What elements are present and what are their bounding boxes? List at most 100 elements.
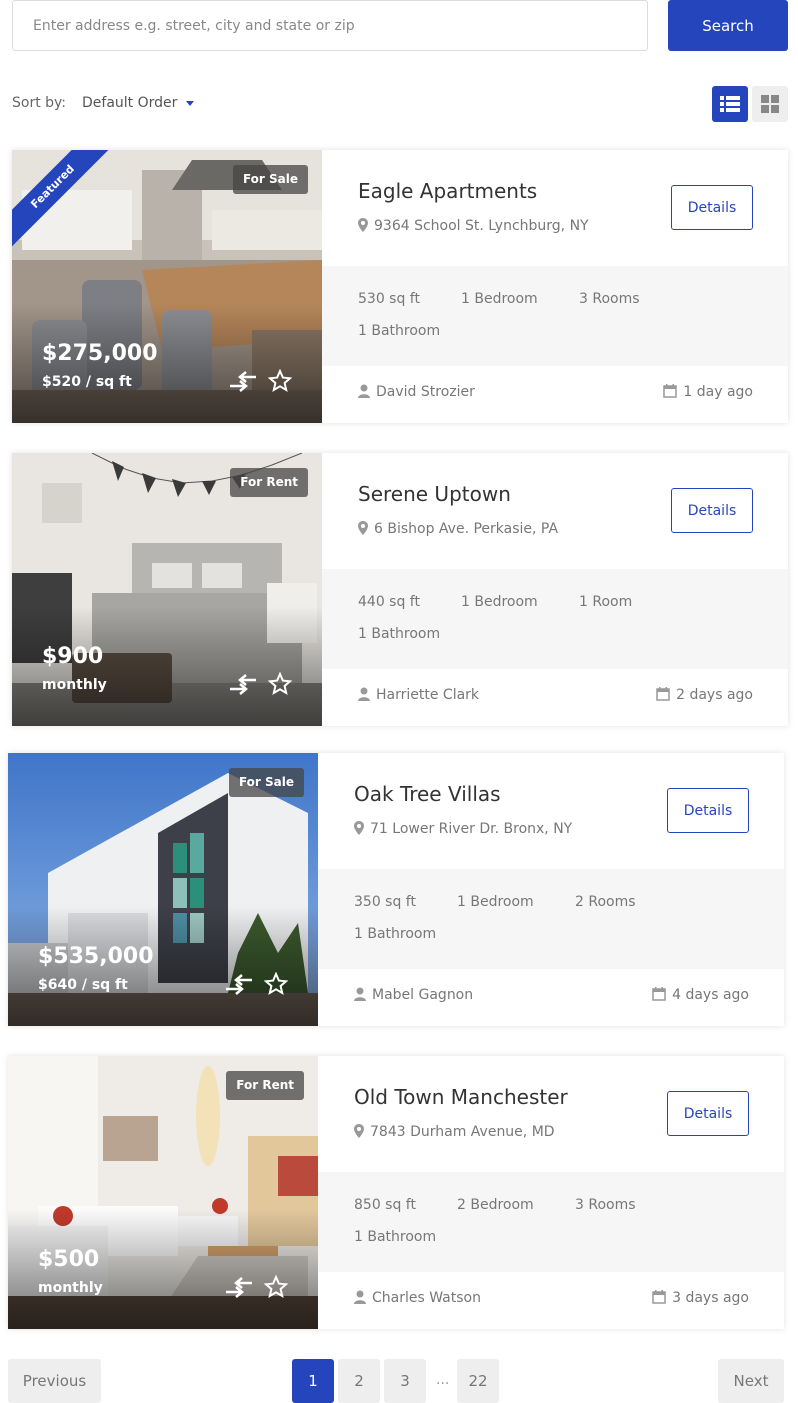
compare-icon[interactable] [224,974,254,996]
bathroom-feature: 1 Bathroom [354,926,437,942]
rooms-feature: 3 Rooms [575,1197,636,1213]
posted-date: 3 days ago [652,1290,749,1306]
listing-card: For Rent $900 monthly Serene Uptown 6 Bi… [12,453,788,726]
rooms-feature: 3 Rooms [579,291,640,307]
agent-name: Charles Watson [372,1290,481,1306]
listing-photo[interactable]: For Sale $535,000 $640 / sq ft [8,753,318,1026]
address-text: 6 Bishop Ave. Perkasie, PA [374,521,559,537]
listing-title[interactable]: Oak Tree Villas [354,782,501,806]
calendar-icon [656,687,670,701]
area-feature: 850 sq ft [354,1197,416,1213]
star-icon[interactable] [268,369,292,393]
listing-photo[interactable]: For Rent $500 monthly [8,1056,318,1329]
features-panel: 850 sq ft 2 Bedroom 3 Rooms 1 Bathroom [318,1172,784,1272]
bedroom-feature: 1 Bedroom [461,291,538,307]
listing-card: For Rent $500 monthly Old Town Mancheste… [8,1056,784,1329]
details-button[interactable]: Details [667,788,749,833]
features-panel: 350 sq ft 1 Bedroom 2 Rooms 1 Bathroom [318,869,784,969]
sort-dropdown[interactable]: Default Order [82,95,177,111]
posted-text: 2 days ago [676,687,753,703]
price: $535,000 [38,944,154,969]
address-text: 9364 School St. Lynchburg, NY [374,218,589,234]
star-icon[interactable] [264,972,288,996]
posted-date: 4 days ago [652,987,749,1003]
address-text: 7843 Durham Avenue, MD [370,1124,555,1140]
rooms-feature: 2 Rooms [575,894,636,910]
posted-text: 4 days ago [672,987,749,1003]
grid-view-button[interactable] [752,86,788,122]
listing-title[interactable]: Old Town Manchester [354,1085,568,1109]
compare-icon[interactable] [228,674,258,696]
user-icon [358,687,370,701]
posted-text: 1 day ago [683,384,753,400]
status-badge: For Sale [228,768,304,797]
listing-title[interactable]: Serene Uptown [358,482,511,506]
star-icon[interactable] [268,672,292,696]
listing-photo[interactable]: Featured For Sale $275,000 $520 / sq ft [12,150,322,423]
map-pin-icon [358,218,368,232]
user-icon [358,384,370,398]
price: $275,000 [42,341,158,366]
list-icon [720,96,740,112]
search-input[interactable] [12,0,648,51]
star-icon[interactable] [264,1275,288,1299]
listing-photo[interactable]: For Rent $900 monthly [12,453,322,726]
bathroom-feature: 1 Bathroom [354,1229,437,1245]
details-button[interactable]: Details [671,488,753,533]
listing-address: 71 Lower River Dr. Bronx, NY [354,821,572,837]
agent-link[interactable]: Charles Watson [354,1290,481,1306]
listing-details: Serene Uptown 6 Bishop Ave. Perkasie, PA… [322,453,788,726]
list-view-button[interactable] [712,86,748,122]
map-pin-icon [354,821,364,835]
details-button[interactable]: Details [667,1091,749,1136]
page-2-button[interactable]: 2 [338,1359,380,1403]
user-icon [354,987,366,1001]
posted-date: 1 day ago [663,384,753,400]
user-icon [354,1290,366,1304]
price-per-unit: monthly [38,1280,103,1296]
area-feature: 440 sq ft [358,594,420,610]
address-text: 71 Lower River Dr. Bronx, NY [370,821,573,837]
listing-details: Oak Tree Villas 71 Lower River Dr. Bronx… [318,753,784,1026]
grid-icon [761,95,779,113]
calendar-icon [652,987,666,1001]
chevron-down-icon[interactable] [186,101,194,106]
featured-ribbon: Featured [12,150,112,250]
listing-title[interactable]: Eagle Apartments [358,179,537,203]
bathroom-feature: 1 Bathroom [358,626,441,642]
agent-link[interactable]: Harriette Clark [358,687,479,703]
page-3-button[interactable]: 3 [384,1359,426,1403]
details-button[interactable]: Details [671,185,753,230]
listing-card: For Sale $535,000 $640 / sq ft Oak Tree … [8,753,784,1026]
price-per-unit: monthly [42,677,107,693]
price: $900 [42,644,104,669]
search-button[interactable]: Search [668,0,788,51]
agent-link[interactable]: David Strozier [358,384,475,400]
page-1-button[interactable]: 1 [292,1359,334,1403]
bedroom-feature: 1 Bedroom [457,894,534,910]
price-per-unit: $520 / sq ft [42,374,132,390]
sort-label: Sort by: [12,95,67,111]
compare-icon[interactable] [224,1277,254,1299]
area-feature: 350 sq ft [354,894,416,910]
price: $500 [38,1247,100,1272]
bathroom-feature: 1 Bathroom [358,323,441,339]
compare-icon[interactable] [228,371,258,393]
agent-link[interactable]: Mabel Gagnon [354,987,473,1003]
calendar-icon [663,384,678,398]
listing-details: Old Town Manchester 7843 Durham Avenue, … [318,1056,784,1329]
listing-address: 6 Bishop Ave. Perkasie, PA [358,521,558,537]
page-22-button[interactable]: 22 [457,1359,499,1403]
next-page-button[interactable]: Next [718,1359,784,1403]
previous-page-button[interactable]: Previous [8,1359,101,1403]
features-panel: 530 sq ft 1 Bedroom 3 Rooms 1 Bathroom [322,266,788,366]
bedroom-feature: 1 Bedroom [461,594,538,610]
featured-label: Featured [12,150,112,250]
posted-text: 3 days ago [672,1290,749,1306]
listing-address: 9364 School St. Lynchburg, NY [358,218,589,234]
status-badge: For Sale [232,165,308,194]
rooms-feature: 1 Room [579,594,633,610]
pagination-ellipsis: ... [436,1372,450,1388]
features-panel: 440 sq ft 1 Bedroom 1 Room 1 Bathroom [322,569,788,669]
area-feature: 530 sq ft [358,291,420,307]
